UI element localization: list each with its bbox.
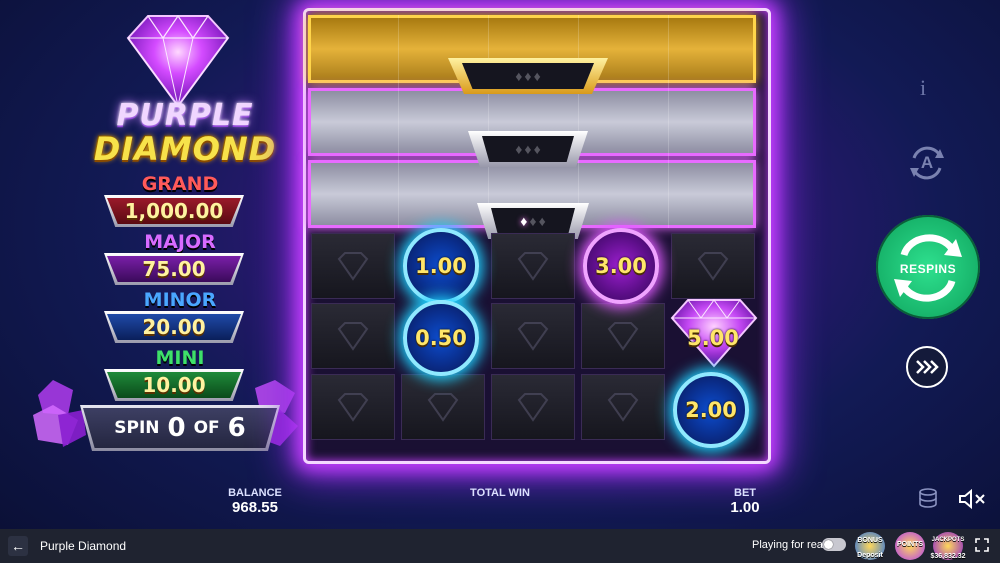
- empty-cell: [311, 374, 395, 440]
- game-title-line1: PURPLE: [116, 98, 254, 133]
- spin-of-label: OF: [193, 418, 220, 438]
- bonus-badge-sub: Deposit: [857, 552, 883, 559]
- autoplay-label: A: [920, 153, 934, 172]
- autoplay-button[interactable]: A: [904, 140, 950, 186]
- empty-cell: [311, 303, 395, 369]
- diamond-outline-icon: [697, 252, 729, 281]
- jackpot-grand-value: 1,000.00: [124, 199, 224, 223]
- jackpot-mini-value: 10.00: [142, 373, 206, 397]
- empty-cell: [671, 233, 755, 299]
- respins-button[interactable]: RESPINS: [876, 215, 980, 319]
- jackpot-grand-box: 1,000.00: [104, 195, 244, 227]
- locked-diamond-icon: ♦: [524, 68, 532, 84]
- grand-lock-plaque: ♦ ♦ ♦: [448, 58, 608, 94]
- spin-total-value: 6: [227, 413, 246, 443]
- major-lock-plaque: ♦ ♦ ♦: [468, 131, 588, 167]
- sound-muted-icon[interactable]: [958, 488, 988, 510]
- info-button[interactable]: i: [920, 75, 926, 101]
- footer-game-name: Purple Diamond: [40, 539, 127, 553]
- diamond-outline-icon: [337, 252, 369, 281]
- jackpot-major-label: MAJOR: [144, 231, 216, 253]
- locked-diamond-icon: ♦: [529, 213, 537, 229]
- spin-counter: SPIN 0 OF 6: [80, 405, 280, 451]
- locked-diamond-icon: ♦: [515, 141, 523, 157]
- coin-symbol: 2.00: [673, 372, 749, 448]
- lit-diamond-icon: ♦: [520, 213, 528, 229]
- empty-cell: [311, 233, 395, 299]
- diamond-outline-icon: [607, 393, 639, 422]
- spin-current-value: 0: [167, 413, 186, 443]
- bet-label: BET: [734, 487, 756, 499]
- jackpots-badge-amount: $36,832.32: [930, 553, 966, 560]
- diamond-outline-icon: [517, 252, 549, 281]
- footer-bar: [0, 529, 1000, 563]
- back-arrow-icon: ←: [11, 538, 25, 554]
- playing-for-real-label: Playing for real: [752, 539, 826, 551]
- turbo-button[interactable]: [906, 346, 948, 388]
- locked-diamond-icon: ♦: [533, 141, 541, 157]
- total-win-label: TOTAL WIN: [470, 487, 530, 499]
- column-divider: [668, 15, 669, 228]
- bonus-badge-title: BONUS: [857, 537, 883, 544]
- toggle-knob: [824, 540, 833, 549]
- purple-diamond-logo-icon: [126, 14, 230, 108]
- empty-cell: [491, 303, 575, 369]
- balance-value: 968.55: [232, 499, 278, 516]
- diamond-outline-icon: [517, 393, 549, 422]
- empty-cell: [401, 374, 485, 440]
- jackpots-badge-title: JACKPOTS: [931, 537, 965, 543]
- points-badge-title: POINTS: [896, 541, 924, 548]
- respins-label: RESPINS: [899, 262, 957, 276]
- diamond-coin-value: 5.00: [687, 326, 739, 350]
- diamond-outline-icon: [517, 322, 549, 351]
- points-badge[interactable]: POINTS: [895, 532, 925, 560]
- fast-forward-icon: [916, 360, 939, 374]
- column-divider: [398, 15, 399, 228]
- jackpot-mini-box: 10.00: [104, 369, 244, 401]
- locked-diamond-icon: ♦: [515, 68, 523, 84]
- diamond-outline-icon: [337, 393, 369, 422]
- bonus-badge[interactable]: BONUS Deposit: [855, 532, 885, 560]
- jackpots-badge[interactable]: JACKPOTS $36,832.32: [930, 532, 966, 560]
- back-button[interactable]: ←: [8, 536, 28, 556]
- jackpot-grand-label: GRAND: [141, 173, 219, 195]
- empty-cell: [581, 303, 665, 369]
- jackpot-minor-label: MINOR: [143, 289, 217, 311]
- jackpot-minor-box: 20.00: [104, 311, 244, 343]
- diamond-outline-icon: [427, 393, 459, 422]
- coin-symbol: 1.00: [403, 228, 479, 304]
- game-title-line2: DIAMOND: [93, 130, 277, 168]
- locked-diamond-icon: ♦: [538, 213, 546, 229]
- jackpot-major-box: 75.00: [104, 253, 244, 285]
- bet-value: 1.00: [730, 499, 760, 516]
- empty-cell: [491, 374, 575, 440]
- column-divider: [578, 15, 579, 228]
- jackpot-major-value: 75.00: [142, 257, 206, 281]
- diamond-outline-icon: [607, 322, 639, 351]
- play-for-real-toggle[interactable]: [822, 538, 846, 551]
- coin-symbol: 3.00: [583, 228, 659, 304]
- coin-symbol: 0.50: [403, 300, 479, 376]
- column-divider: [488, 15, 489, 228]
- diamond-outline-icon: [337, 322, 369, 351]
- jackpot-mini-label: MINI: [155, 347, 205, 369]
- empty-cell: [581, 374, 665, 440]
- spin-label: SPIN: [114, 418, 160, 438]
- locked-diamond-icon: ♦: [533, 68, 541, 84]
- locked-diamond-icon: ♦: [524, 141, 532, 157]
- jackpot-minor-value: 20.00: [142, 315, 206, 339]
- balance-label: BALANCE: [228, 487, 282, 499]
- gem-pile-left-icon: [33, 380, 86, 447]
- empty-cell: [491, 233, 575, 299]
- fullscreen-icon[interactable]: [975, 538, 989, 552]
- coin-stack-icon[interactable]: [918, 488, 938, 510]
